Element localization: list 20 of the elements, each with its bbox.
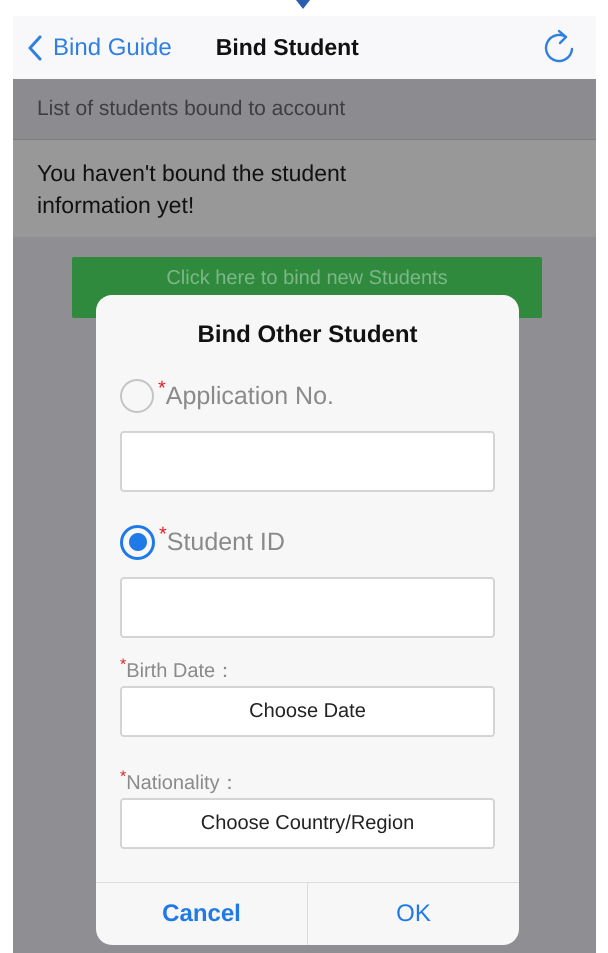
cancel-button[interactable]: Cancel bbox=[96, 883, 308, 945]
empty-message: You haven't bound the student information yet! bbox=[37, 158, 348, 220]
ok-button[interactable]: OK bbox=[308, 883, 519, 945]
back-button[interactable]: Bind Guide bbox=[27, 34, 172, 62]
picker-button[interactable]: Choose Date bbox=[120, 686, 495, 738]
chevron-icon bbox=[27, 34, 43, 60]
arrow-icon bbox=[296, 0, 310, 10]
field-label: $^{*}$Birth Date： bbox=[120, 658, 236, 684]
field-label: $^{*}$Application No. bbox=[158, 382, 334, 411]
refresh-icon[interactable] bbox=[542, 28, 576, 64]
input-field[interactable] bbox=[120, 577, 495, 638]
dialog-title: Bind Other Student bbox=[196, 320, 418, 350]
radio-button[interactable] bbox=[120, 379, 154, 414]
picker-button[interactable]: Choose Country/Region bbox=[120, 798, 495, 850]
field-label: $^{*}$Nationality： bbox=[120, 770, 240, 796]
field-label: $^{*}$Student ID bbox=[159, 528, 285, 557]
radio-button[interactable] bbox=[120, 524, 155, 560]
screen-title: Bind Student bbox=[216, 34, 359, 61]
section-header-text: List of students bound to account bbox=[37, 97, 346, 121]
input-field[interactable] bbox=[120, 431, 495, 492]
